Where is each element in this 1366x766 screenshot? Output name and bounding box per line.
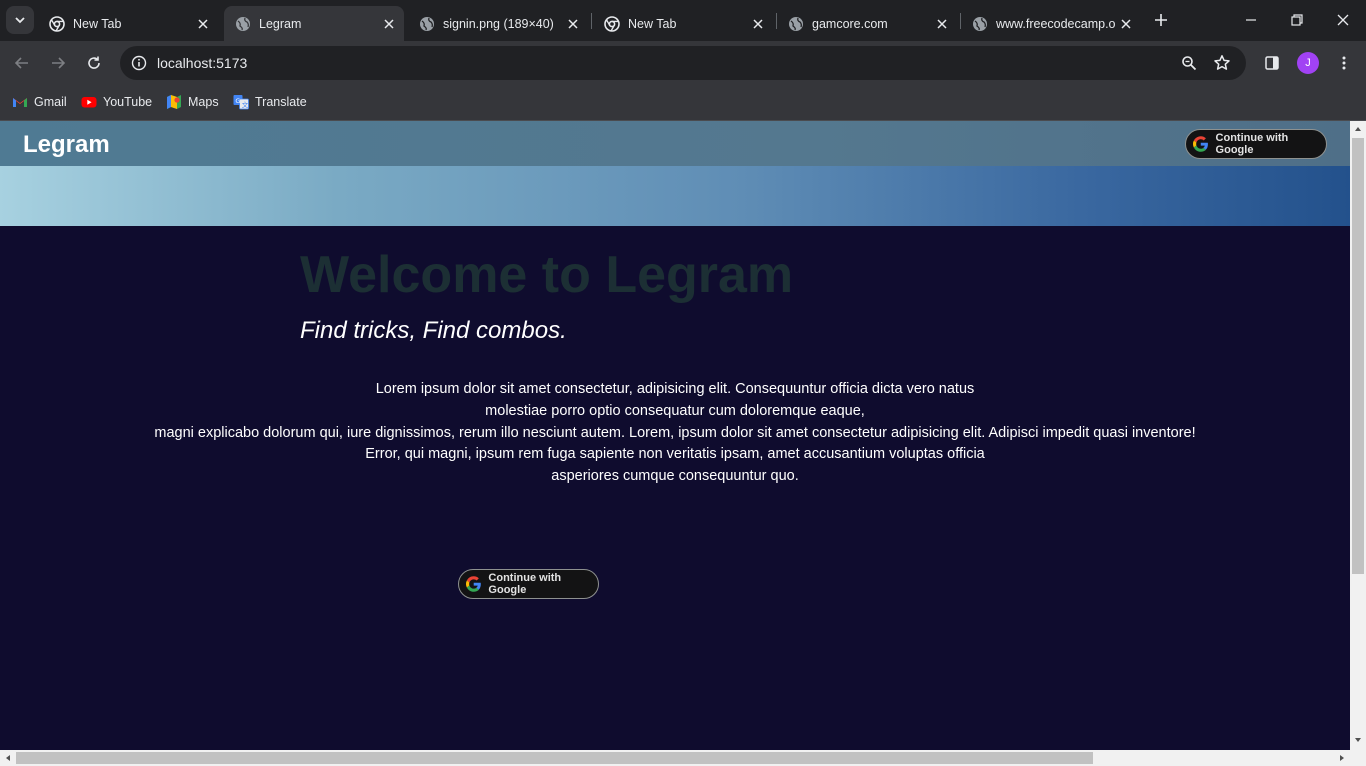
bookmark-label: Maps — [188, 95, 219, 109]
paragraph-line: molestiae porro optio consequatur cum do… — [485, 402, 865, 419]
tab-title: signin.png (189×40) — [443, 16, 554, 31]
bookmark-translate[interactable]: G文 Translate — [233, 92, 307, 112]
side-panel-icon — [1265, 56, 1279, 70]
paragraph-line: Error, qui magni, ipsum rem fuga sapient… — [365, 446, 985, 463]
minimize-icon — [1246, 19, 1256, 21]
address-bar[interactable]: localhost:5173 — [120, 46, 1246, 80]
close-tab-icon[interactable] — [194, 15, 212, 33]
google-logo-icon — [1193, 136, 1208, 152]
scroll-right-arrow-icon[interactable] — [1334, 750, 1350, 766]
tab-signin-png[interactable]: signin.png (189×40) — [408, 6, 588, 41]
tab-search-button[interactable] — [6, 6, 34, 34]
minimize-button[interactable] — [1228, 0, 1274, 40]
paragraph-line: asperiores cumque consequuntur quo. — [551, 468, 799, 485]
hero-subtitle: Find tricks, Find combos. — [300, 317, 567, 344]
scroll-down-arrow-icon[interactable] — [1350, 732, 1366, 748]
site-info-icon[interactable] — [128, 52, 150, 74]
tab-separator — [591, 13, 592, 29]
button-label: Continue with Google — [1215, 132, 1289, 156]
close-tab-icon[interactable] — [933, 15, 951, 33]
nav-google-signin-button[interactable]: Continue with Google — [1185, 129, 1327, 159]
bookmark-star-icon[interactable] — [1211, 52, 1233, 74]
new-tab-button[interactable] — [1150, 9, 1172, 31]
vertical-scroll-thumb[interactable] — [1352, 138, 1364, 574]
vertical-scrollbar[interactable] — [1350, 121, 1366, 750]
gmail-icon — [13, 98, 27, 107]
hero-title: Welcome to Legram — [300, 246, 794, 304]
side-panel-button[interactable] — [1258, 49, 1286, 77]
restore-icon — [1291, 14, 1303, 26]
chrome-icon — [604, 15, 620, 32]
globe-icon — [420, 16, 434, 31]
close-tab-icon[interactable] — [1117, 15, 1135, 33]
tab-new-tab-2[interactable]: New Tab — [593, 6, 773, 41]
tab-gamcore[interactable]: gamcore.com — [777, 6, 957, 41]
tab-title: New Tab — [73, 16, 122, 31]
reload-icon — [88, 56, 100, 69]
close-tab-icon[interactable] — [564, 15, 582, 33]
close-icon — [1337, 14, 1349, 26]
back-button[interactable] — [8, 49, 36, 77]
reload-button[interactable] — [80, 49, 108, 77]
arrow-right-icon — [52, 57, 66, 69]
globe-icon — [236, 16, 250, 31]
bookmark-label: Gmail — [34, 95, 67, 109]
tab-new-tab-1[interactable]: New Tab — [38, 6, 218, 41]
profile-avatar[interactable]: J — [1297, 52, 1319, 74]
arrow-left-icon — [14, 57, 28, 69]
site-navbar: Legram Continue with Google — [0, 121, 1350, 166]
bookmark-label: Translate — [255, 95, 307, 109]
tab-title: www.freecodecamp.o — [996, 16, 1116, 31]
bookmark-label: YouTube — [103, 95, 153, 109]
tab-title: gamcore.com — [812, 16, 888, 31]
more-vert-icon — [1342, 56, 1346, 70]
tab-title: New Tab — [628, 16, 677, 31]
site-logo[interactable]: Legram — [23, 131, 110, 159]
close-window-button[interactable] — [1320, 0, 1366, 40]
tab-legram[interactable]: Legram — [224, 6, 404, 41]
bookmark-youtube[interactable]: YouTube — [81, 92, 152, 112]
chrome-icon — [49, 15, 65, 32]
horizontal-scroll-thumb[interactable] — [16, 752, 1093, 764]
close-tab-icon[interactable] — [380, 15, 398, 33]
paragraph-line: Lorem ipsum dolor sit amet consectetur, … — [375, 381, 975, 397]
intro-paragraph: Lorem ipsum dolor sit amet consectetur, … — [0, 379, 1350, 488]
restore-button[interactable] — [1274, 0, 1320, 40]
plus-icon — [1155, 14, 1167, 26]
translate-icon: G文 — [233, 95, 249, 110]
google-logo-icon — [466, 576, 481, 592]
page-viewport: Legram Continue with Google Welcome to L… — [0, 121, 1350, 750]
browser-toolbar: localhost:5173 J — [0, 41, 1366, 85]
button-label: Continue with Google — [488, 572, 562, 596]
zoom-icon[interactable] — [1178, 52, 1200, 74]
paragraph-line: magni explicabo dolorum qui, iure dignis… — [154, 424, 1196, 441]
scroll-left-arrow-icon[interactable] — [0, 750, 16, 766]
maps-icon — [167, 95, 181, 109]
horizontal-scrollbar[interactable] — [0, 750, 1366, 766]
cta-google-signin-button[interactable]: Continue with Google — [458, 569, 599, 599]
svg-text:文: 文 — [242, 100, 249, 109]
bookmarks-bar: Gmail YouTube Maps G文 Translate — [0, 85, 1366, 121]
close-tab-icon[interactable] — [749, 15, 767, 33]
tab-title: Legram — [259, 16, 302, 31]
browser-menu-button[interactable] — [1330, 49, 1358, 77]
bookmark-maps[interactable]: Maps — [166, 92, 219, 112]
forward-button[interactable] — [44, 49, 72, 77]
scroll-up-arrow-icon[interactable] — [1350, 121, 1366, 137]
chevron-down-icon — [15, 17, 25, 24]
gradient-banner — [0, 166, 1350, 226]
tab-strip: New Tab Legram signin.png (189×40) New T… — [0, 0, 1366, 41]
youtube-icon — [81, 97, 97, 108]
globe-icon — [789, 16, 803, 31]
tab-freecodecamp[interactable]: www.freecodecamp.o — [961, 6, 1141, 41]
globe-icon — [973, 16, 987, 31]
bookmark-gmail[interactable]: Gmail — [12, 92, 67, 112]
svg-text:G: G — [235, 97, 240, 105]
url-text[interactable]: localhost:5173 — [157, 55, 247, 71]
